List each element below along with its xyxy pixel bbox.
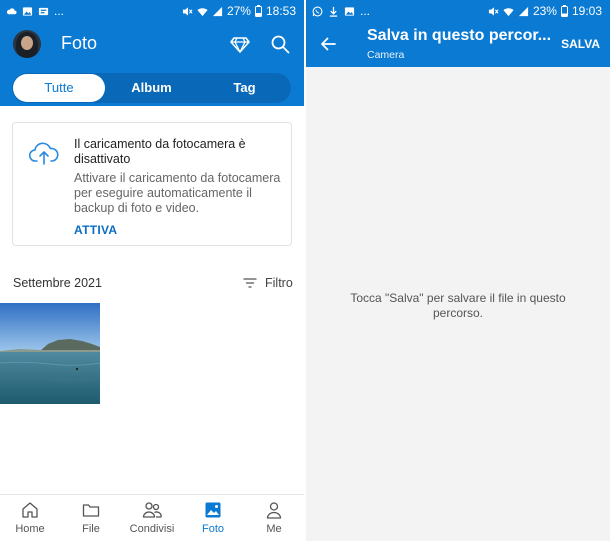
photos-screen: ... 27% 18:53 Foto Tutte Album Tag Il ca…: [0, 0, 304, 541]
screenshot: ... 27% 18:53 Foto Tutte Album Tag Il ca…: [0, 0, 610, 541]
person-icon: [266, 502, 282, 519]
nav-file-label: File: [82, 523, 100, 535]
battery-percent: 23%: [532, 4, 557, 18]
filter-label: Filtro: [265, 276, 293, 290]
filter-button[interactable]: Filtro: [243, 274, 293, 292]
clock: 18:53: [265, 4, 296, 18]
nav-me-label: Me: [266, 523, 282, 535]
more-notifications-text: ...: [54, 4, 65, 18]
battery-icon: [560, 5, 568, 17]
nav-condivisi[interactable]: Condivisi: [122, 501, 182, 535]
photo-thumbnail[interactable]: [0, 303, 100, 404]
status-bar: ... 27% 18:53: [0, 0, 304, 22]
download-icon: [329, 6, 338, 17]
folder-subtitle: Camera: [367, 49, 405, 61]
page-title: Salva in questo percor...: [367, 27, 552, 44]
app-bar: Foto Tutte Album Tag: [0, 22, 304, 106]
premium-diamond-icon[interactable]: [230, 34, 250, 54]
notification-icons: ...: [6, 3, 64, 19]
mute-icon: [182, 6, 193, 16]
bottom-navigation: Home File Condivisi Foto Me: [0, 494, 304, 541]
mute-icon: [488, 6, 499, 16]
card-title: Il caricamento da fotocamera è disattiva…: [74, 137, 246, 166]
nav-foto-label: Foto: [201, 523, 224, 535]
tab-album[interactable]: Album: [105, 73, 198, 103]
whatsapp-icon: [312, 6, 323, 16]
cloud-icon: [6, 7, 17, 14]
empty-folder-message: Tocca "Salva" per salvare il file in que…: [350, 291, 566, 320]
image-icon: [344, 6, 355, 16]
section-date-header: Settembre 2021: [13, 276, 102, 290]
photo-icon: [205, 502, 221, 518]
nav-me[interactable]: Me: [244, 501, 304, 535]
cloud-upload-icon: [29, 142, 59, 165]
signal-icon: [212, 6, 223, 16]
notification-icons: ...: [312, 3, 370, 19]
clock: 19:03: [571, 4, 602, 18]
app-bar: Salva in questo percor... Camera SALVA: [306, 22, 610, 67]
tab-tag[interactable]: Tag: [198, 73, 291, 103]
wifi-icon: [197, 7, 208, 16]
battery-icon: [254, 5, 262, 17]
page-title: Foto: [61, 33, 98, 53]
system-icons: 27% 18:53: [182, 3, 296, 19]
nav-foto[interactable]: Foto: [183, 501, 243, 535]
back-arrow-icon[interactable]: [320, 36, 336, 52]
search-icon[interactable]: [270, 34, 290, 54]
save-location-screen: ... 23% 19:03 Salva in questo percor... …: [306, 0, 610, 541]
nav-condivisi-label: Condivisi: [129, 523, 175, 535]
media-icon: [38, 7, 49, 15]
tab-tutte[interactable]: Tutte: [13, 74, 105, 102]
nav-file[interactable]: File: [61, 501, 121, 535]
image-icon: [22, 6, 33, 16]
more-notifications-text: ...: [360, 4, 371, 18]
wifi-icon: [503, 7, 514, 16]
enable-camera-upload-button[interactable]: ATTIVA: [74, 223, 117, 237]
battery-percent: 27%: [226, 4, 251, 18]
signal-icon: [518, 6, 529, 16]
save-button[interactable]: SALVA: [561, 37, 600, 51]
nav-home-label: Home: [15, 523, 45, 535]
system-icons: 23% 19:03: [488, 3, 602, 19]
sea-photo-image: [0, 303, 100, 404]
people-icon: [142, 502, 162, 518]
folder-icon: [82, 504, 100, 517]
avatar[interactable]: [13, 30, 41, 58]
filter-icon: [243, 278, 257, 288]
nav-home[interactable]: Home: [0, 501, 60, 535]
view-tabs: Tutte Album Tag: [12, 73, 291, 103]
status-bar: ... 23% 19:03: [306, 0, 610, 22]
card-description: Attivare il caricamento da fotocamera pe…: [74, 171, 281, 215]
camera-upload-card: Il caricamento da fotocamera è disattiva…: [12, 122, 292, 246]
home-icon: [22, 502, 38, 518]
